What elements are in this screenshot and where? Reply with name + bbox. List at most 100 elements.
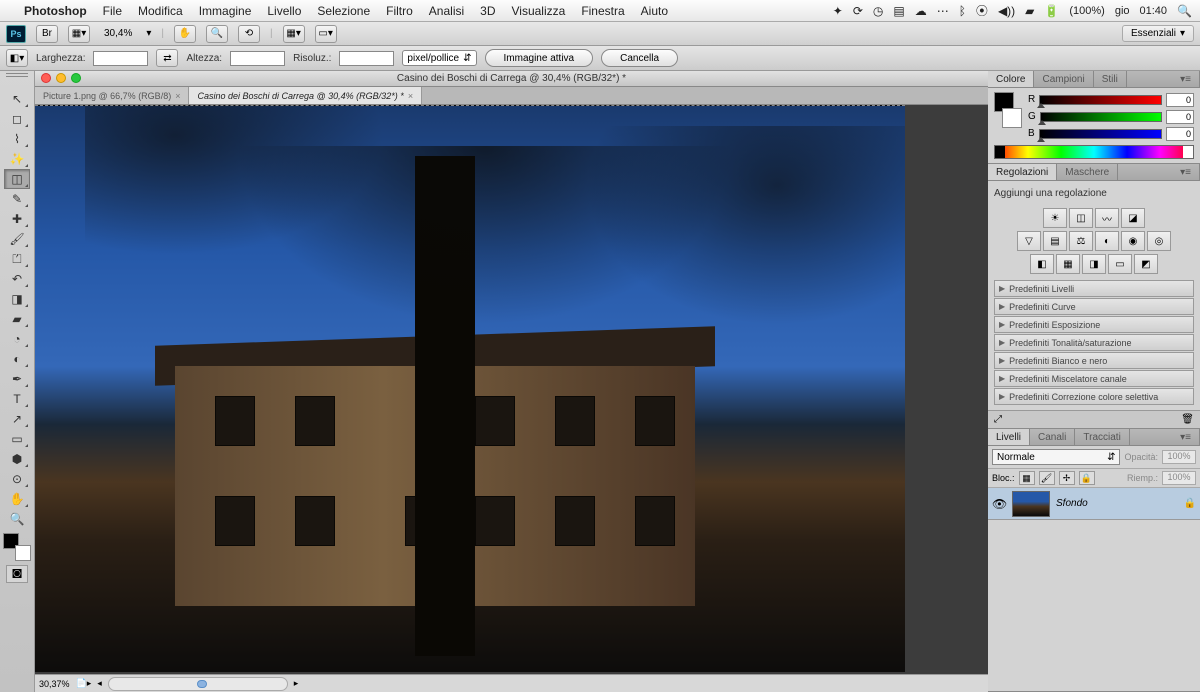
preset-esposizione[interactable]: ▶Predefiniti Esposizione [994,316,1194,333]
layer-name[interactable]: Sfondo [1056,498,1178,509]
3d-tool-icon[interactable]: ⬢ [4,449,30,469]
tab-canali[interactable]: Canali [1030,429,1075,445]
tab-picture-1[interactable]: Picture 1.png @ 66,7% (RGB/8)× [35,87,189,104]
dodge-tool-icon[interactable]: ◐ [4,349,30,369]
dots-icon[interactable]: ⋯ [937,4,949,18]
adj-expand-icon[interactable]: ⤢ [994,414,1002,425]
riemp-value[interactable]: 100% [1162,471,1196,485]
adj-photofilter-icon[interactable]: ◉ [1121,231,1145,251]
lock-pixels-icon[interactable]: 🖌 [1039,471,1055,485]
layers-empty-area[interactable] [988,520,1200,691]
preset-bn[interactable]: ▶Predefiniti Bianco e nero [994,352,1194,369]
sync-icon[interactable]: ⟳ [853,4,863,18]
adj-exposure-icon[interactable]: ◪ [1121,208,1145,228]
tab-casino[interactable]: Casino dei Boschi di Carrega @ 30,4% (RG… [189,87,422,104]
bridge-icon[interactable]: Br [36,25,58,43]
document-titlebar[interactable]: Casino dei Boschi di Carrega @ 30,4% (RG… [35,71,988,87]
menu-3d[interactable]: 3D [480,4,495,18]
clock-day[interactable]: gio [1115,5,1130,17]
tab-maschere[interactable]: Maschere [1057,164,1118,180]
eraser-tool-icon[interactable]: ◨ [4,289,30,309]
arrange-docs-icon[interactable]: ▦▾ [283,25,305,43]
window-close-icon[interactable] [41,73,51,83]
b-value-input[interactable] [1166,127,1194,141]
canvas-area[interactable] [35,105,988,672]
gradient-tool-icon[interactable]: ▰ [4,309,30,329]
adj-invert-icon[interactable]: ◧ [1030,254,1054,274]
menu-analisi[interactable]: Analisi [429,4,464,18]
spectrum-picker[interactable] [994,145,1194,159]
units-select[interactable]: pixel/pollice⇵ [402,50,476,66]
cloud-icon[interactable]: ☁ [915,4,927,18]
adj-vibrance-icon[interactable]: ▽ [1017,231,1041,251]
fg-bg-swatch[interactable] [3,533,31,561]
tab-campioni[interactable]: Campioni [1034,71,1093,87]
move-tool-icon[interactable]: ↖ [4,89,30,109]
zoom-value[interactable]: 30,4% [100,28,136,39]
crop-preset-icon[interactable]: ◧▾ [6,49,28,67]
eyedropper-tool-icon[interactable]: ✎ [4,189,30,209]
preset-tonalita[interactable]: ▶Predefiniti Tonalità/saturazione [994,334,1194,351]
menu-file[interactable]: File [103,4,122,18]
adj-levels-icon[interactable]: ◫ [1069,208,1093,228]
layer-visibility-icon[interactable]: 👁 [992,497,1006,511]
window-minimize-icon[interactable] [56,73,66,83]
tab-colore[interactable]: Colore [988,71,1034,87]
cancella-button[interactable]: Cancella [601,49,678,67]
scroll-right-icon[interactable]: ▸ [294,678,299,689]
scroll-left-icon[interactable]: ◂ [97,678,102,689]
g-slider[interactable] [1040,112,1162,122]
workspace-picker[interactable]: Essenziali▾ [1122,25,1194,42]
panel-menu-icon[interactable]: ▾≡ [1172,429,1200,445]
swap-dims-icon[interactable]: ⇄ [156,49,178,67]
flag-icon[interactable]: ▰ [1025,4,1034,18]
zoom-tool-icon[interactable]: 🔍 [206,25,228,43]
r-value-input[interactable] [1166,93,1194,107]
opacity-value[interactable]: 100% [1162,450,1196,464]
adj-posterize-icon[interactable]: ▦ [1056,254,1080,274]
adj-brightness-icon[interactable]: ☀ [1043,208,1067,228]
wand-tool-icon[interactable]: ✨ [4,149,30,169]
lock-transparency-icon[interactable]: ▦ [1019,471,1035,485]
blur-tool-icon[interactable]: ◔ [4,329,30,349]
adj-channelmixer-icon[interactable]: ◎ [1147,231,1171,251]
volume-icon[interactable]: ◀)) [998,4,1015,18]
adj-bw-icon[interactable]: ◐ [1095,231,1119,251]
close-icon[interactable]: × [408,91,413,101]
h-scrollbar[interactable] [108,677,288,691]
crop-tool-icon[interactable]: ◫ [4,169,30,189]
quickmask-icon[interactable]: ◙ [6,565,28,583]
hand-tool-icon-tb[interactable]: ✋ [4,489,30,509]
adj-colorbalance-icon[interactable]: ⚖ [1069,231,1093,251]
lasso-tool-icon[interactable]: ⌇ [4,129,30,149]
rotate-view-icon[interactable]: ⟲ [238,25,260,43]
healing-tool-icon[interactable]: ✚ [4,209,30,229]
r-slider[interactable] [1039,95,1162,105]
shape-tool-icon[interactable]: ▭ [4,429,30,449]
layer-lock-icon[interactable]: 🔒 [1184,498,1196,509]
pen-tool-icon[interactable]: ✒ [4,369,30,389]
tab-regolazioni[interactable]: Regolazioni [988,164,1057,180]
zoom-status[interactable]: 30,37% [39,679,70,689]
menu-immagine[interactable]: Immagine [199,4,252,18]
menu-filtro[interactable]: Filtro [386,4,413,18]
adj-threshold-icon[interactable]: ◨ [1082,254,1106,274]
layer-thumbnail[interactable] [1012,491,1050,517]
path-select-icon[interactable]: ↗ [4,409,30,429]
type-tool-icon[interactable]: T [4,389,30,409]
risoluz-input[interactable] [339,51,394,66]
clock-time[interactable]: 01:40 [1140,5,1168,17]
stamp-tool-icon[interactable]: ⏍ [4,249,30,269]
adj-trash-icon[interactable]: 🗑 [1181,414,1194,425]
clock-icon[interactable]: ◷ [873,4,883,18]
tab-livelli[interactable]: Livelli [988,429,1030,445]
adj-gradientmap-icon[interactable]: ▭ [1108,254,1132,274]
menu-modifica[interactable]: Modifica [138,4,183,18]
hand-tool-icon[interactable]: ✋ [174,25,196,43]
preset-livelli[interactable]: ▶Predefiniti Livelli [994,280,1194,297]
app-menu[interactable]: Photoshop [24,4,87,18]
larghezza-input[interactable] [93,51,148,66]
display-icon[interactable]: ▤ [893,4,904,18]
preset-curve[interactable]: ▶Predefiniti Curve [994,298,1194,315]
marquee-tool-icon[interactable]: ◻ [4,109,30,129]
